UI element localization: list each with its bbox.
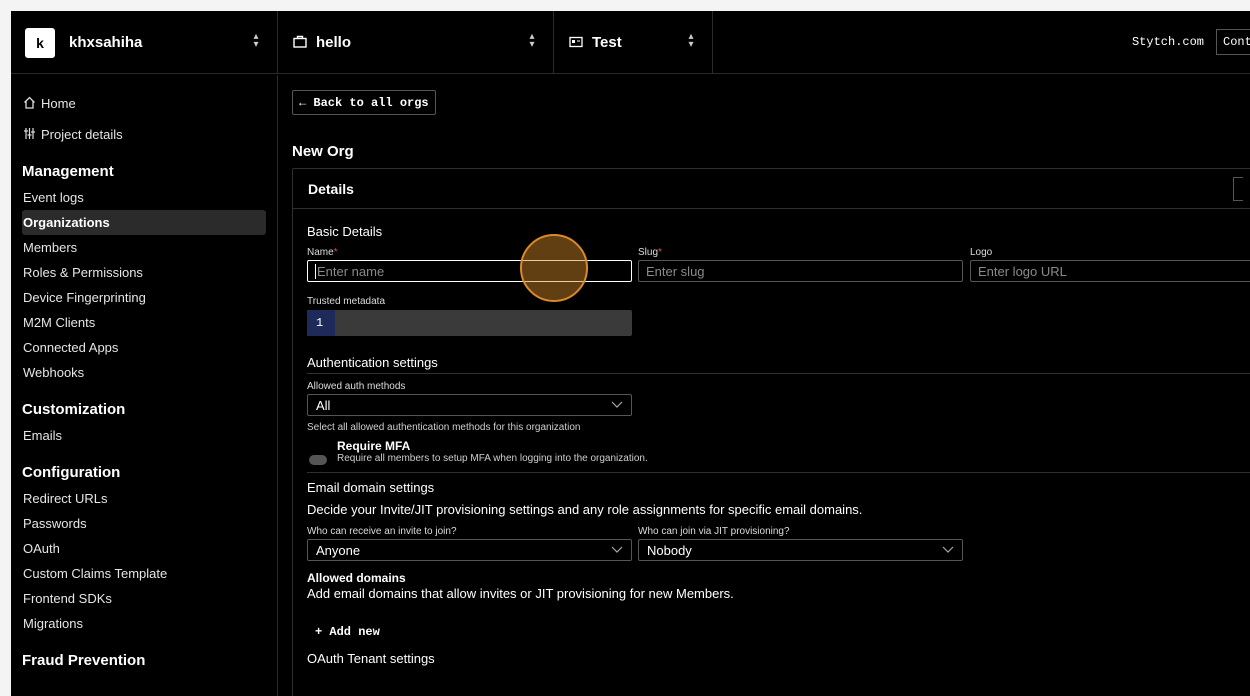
allowed-auth-methods-label: Allowed auth methods	[307, 381, 406, 392]
line-number: 1	[307, 310, 335, 336]
allowed-auth-methods-select[interactable]: All	[307, 394, 632, 416]
stytch-link[interactable]: Stytch.com	[1132, 35, 1204, 49]
chevron-down-icon	[611, 544, 623, 556]
auth-methods-hint: Select all allowed authentication method…	[307, 422, 581, 433]
chevron-updown-icon: ▴ ▾	[253, 31, 259, 50]
id-card-icon	[568, 35, 584, 51]
require-mfa-description: Require all members to setup MFA when lo…	[337, 453, 648, 464]
logo-label: Logo	[970, 247, 993, 258]
card-title: Details	[293, 169, 1250, 209]
add-new-domain-button[interactable]: + Add new	[315, 625, 380, 639]
chevron-updown-icon: ▴ ▾	[529, 31, 535, 50]
allowed-domains-title: Allowed domains	[307, 571, 406, 585]
sidebar-item-members[interactable]: Members	[22, 235, 266, 260]
jit-label: Who can join via JIT provisioning?	[638, 526, 790, 537]
contact-button[interactable]: Cont	[1216, 29, 1250, 55]
sidebar: Home Project details Management Event lo…	[11, 75, 278, 696]
chevron-updown-icon: ▴ ▾	[688, 31, 694, 50]
top-bar: k khxsahiha ▴ ▾ hello ▴ ▾ Test ▴ ▾ Stytch.c…	[11, 11, 1250, 74]
name-label: Name*	[307, 247, 338, 258]
section-heading-customization: Customization	[22, 400, 126, 418]
require-mfa-title: Require MFA	[337, 439, 411, 453]
section-heading-configuration: Configuration	[22, 463, 121, 481]
sidebar-item-connected-apps[interactable]: Connected Apps	[22, 335, 266, 360]
sidebar-item-device-fingerprinting[interactable]: Device Fingerprinting	[22, 285, 266, 310]
top-right-actions: Stytch.com Cont	[713, 11, 1250, 73]
basic-details-title: Basic Details	[307, 224, 383, 239]
require-mfa-toggle[interactable]	[309, 455, 327, 465]
sidebar-item-passwords[interactable]: Passwords	[22, 511, 266, 536]
sidebar-item-frontend-sdks[interactable]: Frontend SDKs	[22, 586, 266, 611]
environment-switcher[interactable]: Test ▴ ▾	[554, 11, 713, 74]
home-icon	[23, 96, 41, 112]
sidebar-item-custom-claims-template[interactable]: Custom Claims Template	[22, 561, 266, 586]
sidebar-item-redirect-urls[interactable]: Redirect URLs	[22, 486, 266, 511]
main-content: ← Back to all orgs New Org Details Basic…	[279, 75, 1250, 696]
allowed-auth-methods-value: All	[316, 397, 331, 413]
chevron-down-icon	[611, 399, 623, 411]
project-switcher[interactable]: hello ▴ ▾	[278, 11, 554, 74]
sidebar-item-organizations[interactable]: Organizations	[22, 210, 266, 235]
slug-input[interactable]: Enter slug	[638, 260, 963, 282]
jit-select[interactable]: Nobody	[638, 539, 963, 561]
sidebar-item-roles-permissions[interactable]: Roles & Permissions	[22, 260, 266, 285]
oauth-tenant-settings-title: OAuth Tenant settings	[307, 651, 435, 666]
project-name: hello	[316, 34, 352, 51]
trusted-metadata-label: Trusted metadata	[307, 296, 386, 307]
sliders-icon	[23, 127, 41, 143]
sidebar-item-project-details[interactable]: Project details	[22, 122, 266, 147]
section-heading-fraud-prevention: Fraud Prevention	[22, 651, 146, 669]
allowed-domains-description: Add email domains that allow invites or …	[307, 586, 734, 601]
back-to-orgs-button[interactable]: ← Back to all orgs	[292, 90, 436, 115]
invite-select[interactable]: Anyone	[307, 539, 632, 561]
email-domain-settings-title: Email domain settings	[307, 480, 435, 495]
sidebar-item-webhooks[interactable]: Webhooks	[22, 360, 266, 385]
org-avatar: k	[25, 27, 55, 58]
details-card: Details Basic Details Name* Enter name S…	[292, 168, 1250, 696]
briefcase-icon	[292, 35, 308, 51]
jit-value: Nobody	[647, 542, 692, 558]
card-action-button[interactable]	[1233, 177, 1243, 201]
sidebar-item-m2m-clients[interactable]: M2M Clients	[22, 310, 266, 335]
divider	[307, 373, 1250, 374]
org-name: khxsahiha	[69, 34, 143, 51]
sidebar-item-label: Project details	[41, 127, 123, 142]
sidebar-item-emails[interactable]: Emails	[22, 423, 266, 448]
invite-label: Who can receive an invite to join?	[307, 526, 457, 537]
logo-url-input[interactable]: Enter logo URL	[970, 260, 1250, 282]
sidebar-item-event-logs[interactable]: Event logs	[22, 185, 266, 210]
slug-label: Slug*	[638, 247, 662, 258]
page-title: New Org	[292, 143, 354, 160]
sidebar-item-oauth[interactable]: OAuth	[22, 536, 266, 561]
org-switcher[interactable]: k khxsahiha ▴ ▾	[11, 11, 278, 74]
trusted-metadata-editor[interactable]: 1	[307, 310, 632, 336]
sidebar-item-home[interactable]: Home	[22, 91, 266, 116]
email-domain-description: Decide your Invite/JIT provisioning sett…	[307, 502, 863, 517]
name-placeholder: Enter name	[315, 263, 385, 279]
sidebar-item-migrations[interactable]: Migrations	[22, 611, 266, 636]
section-heading-management: Management	[22, 162, 114, 180]
divider	[307, 472, 1250, 473]
invite-value: Anyone	[316, 542, 361, 558]
chevron-down-icon	[942, 544, 954, 556]
sidebar-item-label: Home	[41, 96, 76, 111]
app-window: k khxsahiha ▴ ▾ hello ▴ ▾ Test ▴ ▾ Stytch.c…	[11, 11, 1250, 696]
click-indicator	[520, 234, 588, 302]
environment-name: Test	[592, 34, 622, 51]
authentication-settings-title: Authentication settings	[307, 355, 438, 370]
